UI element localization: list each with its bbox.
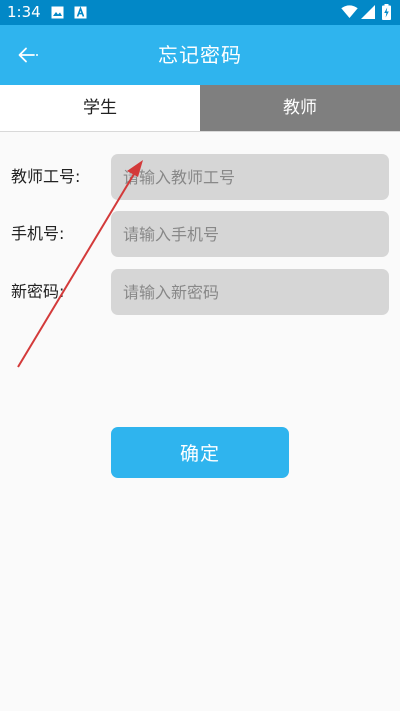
image-icon [51, 6, 64, 19]
signal-icon [361, 5, 375, 19]
wifi-icon [341, 5, 358, 18]
status-bar: 1:34 [0, 0, 400, 25]
a-notification-icon [74, 6, 87, 19]
app-bar: 忘记密码 [0, 25, 400, 85]
new-password-row: 新密码: [0, 269, 400, 315]
page-title: 忘记密码 [158, 43, 242, 67]
phone-input[interactable] [111, 211, 389, 257]
tab-teacher[interactable]: 教师 [200, 85, 400, 131]
role-tabs: 学生 教师 [0, 85, 400, 132]
confirm-button[interactable]: 确定 [111, 427, 289, 478]
tab-student[interactable]: 学生 [0, 85, 200, 131]
phone-row: 手机号: [0, 211, 400, 257]
teacher-id-label: 教师工号: [11, 167, 81, 186]
new-password-input[interactable] [111, 269, 389, 315]
new-password-label: 新密码: [11, 282, 65, 301]
status-time: 1:34 [7, 3, 41, 21]
teacher-id-input[interactable] [111, 154, 389, 200]
battery-charging-icon [382, 4, 391, 20]
phone-label: 手机号: [11, 224, 65, 243]
teacher-id-row: 教师工号: [0, 154, 400, 200]
